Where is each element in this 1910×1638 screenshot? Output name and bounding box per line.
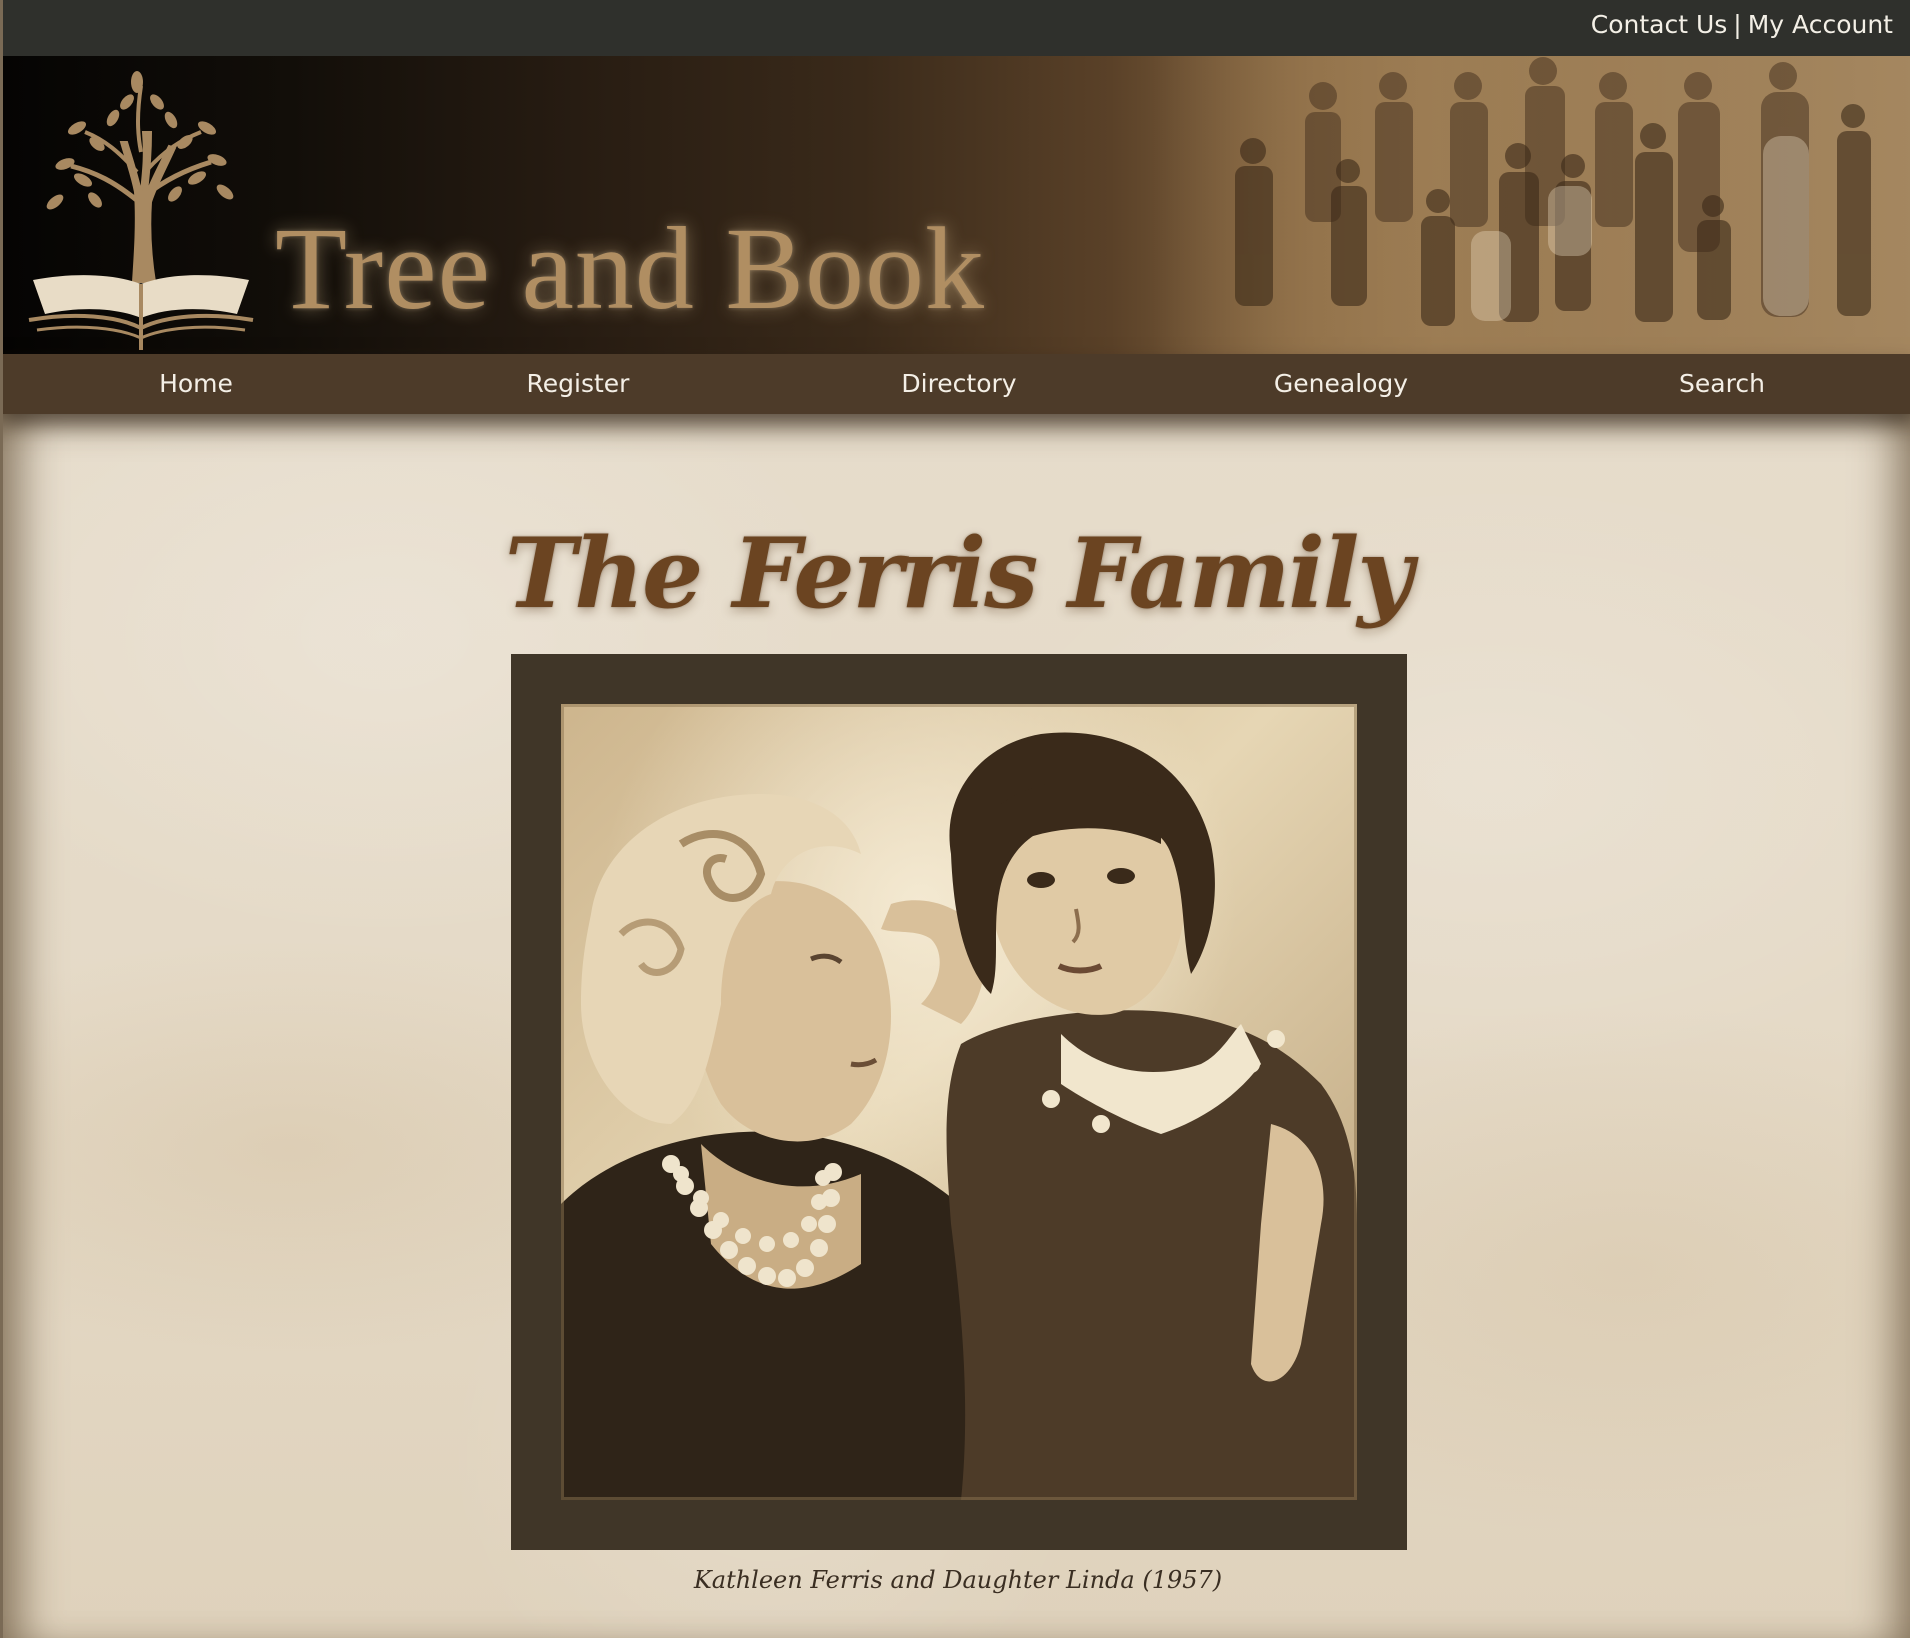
page: Contact Us | My Account Tree and Book Ho… xyxy=(0,0,1910,1638)
page-title: The Ferris Family xyxy=(504,517,1413,630)
main-nav: Home Register Directory Genealogy Search xyxy=(3,354,1910,414)
utility-separator: | xyxy=(1733,10,1742,39)
nav-item-register[interactable]: Register xyxy=(448,354,708,414)
nav-item-home[interactable]: Home xyxy=(66,354,326,414)
contact-us-link[interactable]: Contact Us xyxy=(1591,10,1728,39)
main-content: The Ferris Family Kathleen Ferris and Da… xyxy=(3,414,1910,1638)
tree-book-logo-icon xyxy=(28,71,254,350)
photo-caption: Kathleen Ferris and Daughter Linda (1957… xyxy=(693,1566,1223,1594)
nav-item-genealogy[interactable]: Genealogy xyxy=(1211,354,1471,414)
utility-links: Contact Us | My Account xyxy=(1591,9,1893,41)
nav-item-directory[interactable]: Directory xyxy=(829,354,1089,414)
nav-item-search[interactable]: Search xyxy=(1592,354,1852,414)
banner-family-photo xyxy=(1153,56,1910,354)
family-portrait-photo[interactable] xyxy=(561,704,1357,1500)
my-account-link[interactable]: My Account xyxy=(1748,10,1893,39)
header-banner: Tree and Book xyxy=(3,56,1910,354)
photo-frame xyxy=(511,654,1407,1550)
utility-bar: Contact Us | My Account xyxy=(3,0,1910,56)
site-title[interactable]: Tree and Book xyxy=(275,204,985,334)
